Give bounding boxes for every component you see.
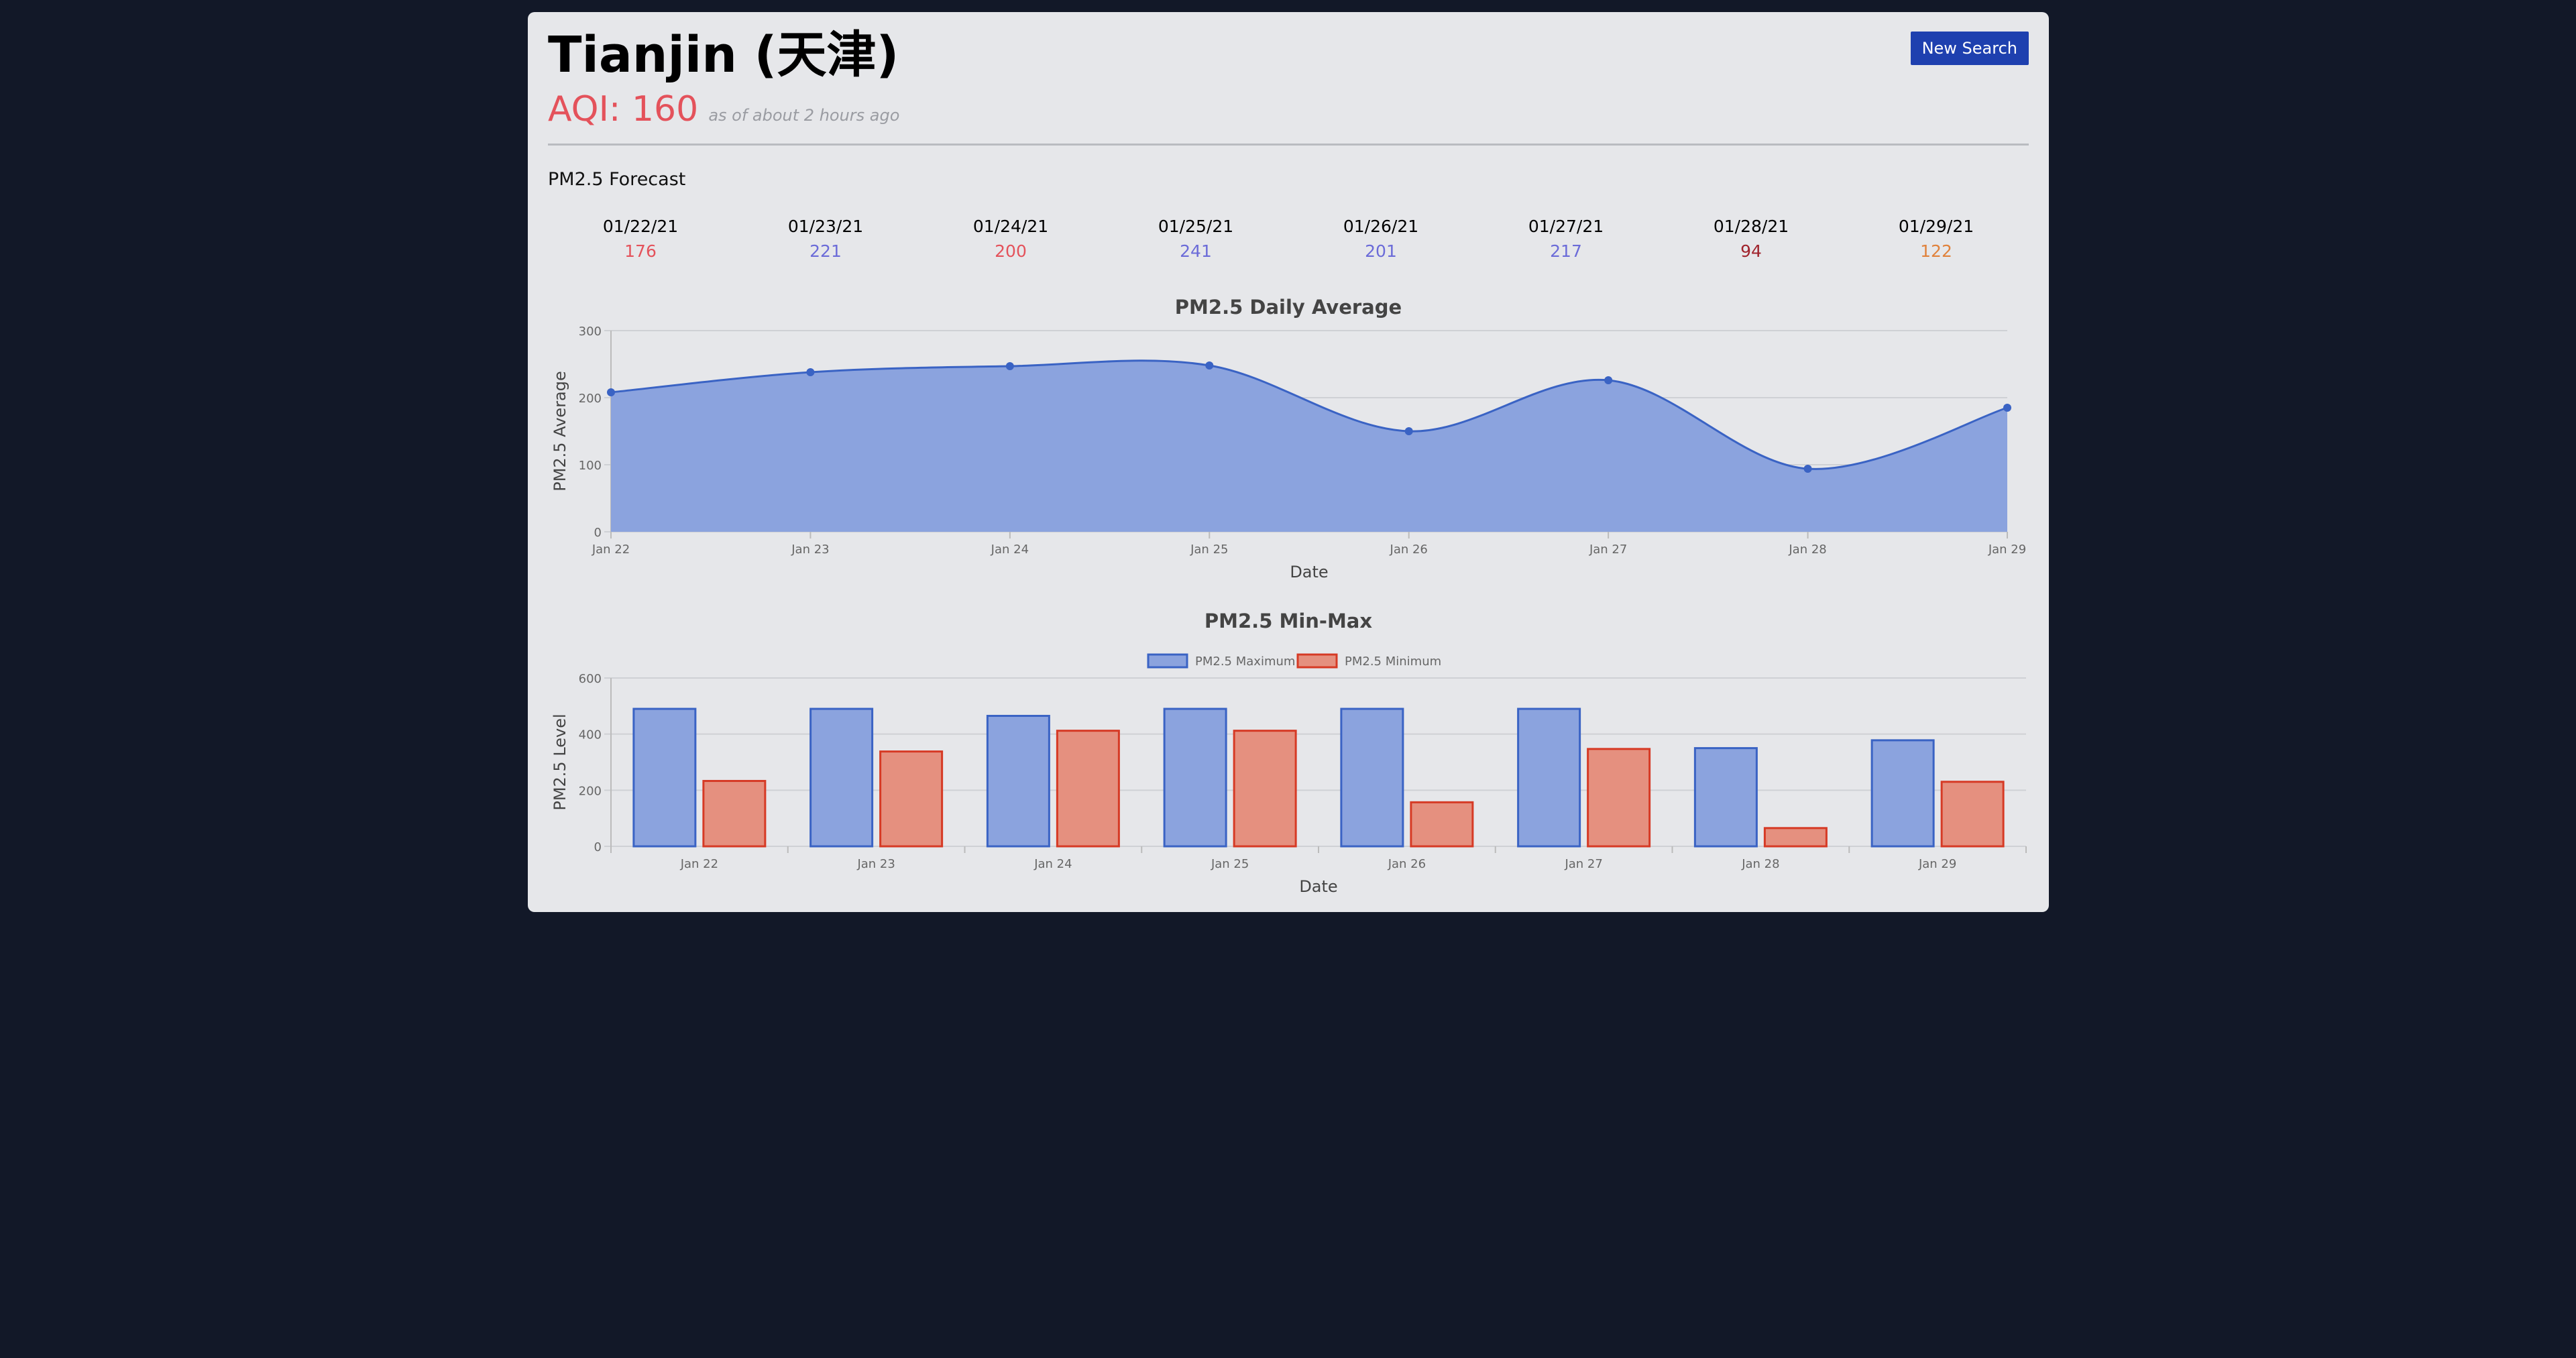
bar-minimum xyxy=(1233,730,1297,848)
data-point xyxy=(2003,404,2011,412)
x-tick-label: Jan 25 xyxy=(1190,543,1228,557)
data-point xyxy=(1404,427,1413,435)
legend-label: PM2.5 Maximum xyxy=(1195,655,1295,669)
legend-label: PM2.5 Minimum xyxy=(1345,655,1441,669)
forecast-day: 01/23/21 221 xyxy=(733,213,918,263)
y-tick-label: 100 xyxy=(579,459,602,473)
forecast-value: 122 xyxy=(1920,241,1952,261)
forecast-day: 01/27/21 217 xyxy=(1473,213,1659,263)
forecast-day: 01/28/21 94 xyxy=(1659,213,1844,263)
city-card: Tianjin (天津) AQI: 160 as of about 2 hour… xyxy=(528,12,2049,912)
forecast-value: 217 xyxy=(1550,241,1582,261)
y-tick-label: 400 xyxy=(579,728,602,742)
forecast-date: 01/25/21 xyxy=(1158,217,1234,236)
forecast-date: 01/28/21 xyxy=(1713,217,1789,236)
forecast-value: 221 xyxy=(809,241,842,261)
x-tick-label: Jan 29 xyxy=(1988,543,2026,557)
daily-average-chart: PM2.5 Daily Average 0 100 200 300 Jan 22 Jan 2… xyxy=(551,296,2026,581)
x-axis-label: Date xyxy=(1290,563,1328,581)
bar-minimum xyxy=(702,780,767,848)
x-tick-label: Jan 23 xyxy=(791,543,829,557)
x-tick-label: Jan 26 xyxy=(1390,543,1428,557)
bar-maximum xyxy=(1870,739,1935,848)
bar-minimum xyxy=(1940,781,2005,848)
x-axis-label: Date xyxy=(1299,877,1337,896)
header-divider xyxy=(548,144,2029,146)
forecast-date: 01/29/21 xyxy=(1898,217,1974,236)
y-tick-label: 300 xyxy=(579,325,602,339)
x-tick-label: Jan 24 xyxy=(991,543,1029,557)
aqi-updated-time: as of about 2 hours ago xyxy=(708,106,900,125)
y-tick-label: 200 xyxy=(579,784,602,798)
forecast-date: 01/23/21 xyxy=(787,217,864,236)
bar-minimum xyxy=(879,750,944,848)
forecast-day: 01/24/21 200 xyxy=(918,213,1103,263)
aqi-value: AQI: 160 xyxy=(548,89,699,129)
data-point xyxy=(806,368,815,376)
bar-minimum xyxy=(1763,827,1828,848)
chart-title: PM2.5 Daily Average xyxy=(1175,296,1402,319)
y-tick-label: 0 xyxy=(594,526,602,540)
data-point xyxy=(607,388,615,396)
x-tick-label: Jan 28 xyxy=(1741,857,1779,871)
data-point xyxy=(1205,361,1214,370)
bar-minimum xyxy=(1056,730,1120,848)
bar-minimum xyxy=(1410,801,1474,848)
forecast-date: 01/24/21 xyxy=(972,217,1049,236)
forecast-value: 200 xyxy=(995,241,1027,261)
forecast-date: 01/27/21 xyxy=(1528,217,1604,236)
city-title: Tianjin (天津) xyxy=(548,26,899,84)
bar-maximum xyxy=(1693,747,1758,848)
x-tick-label: Jan 22 xyxy=(592,543,630,557)
forecast-day: 01/25/21 241 xyxy=(1103,213,1288,263)
forecast-date: 01/22/21 xyxy=(602,217,679,236)
y-tick-label: 200 xyxy=(579,392,602,406)
forecast-row: 01/22/21 176 01/23/21 221 01/24/21 200 01/2… xyxy=(548,213,2029,263)
y-axis-label: PM2.5 Level xyxy=(551,714,569,810)
forecast-value: 94 xyxy=(1740,241,1762,261)
x-tick-label: Jan 26 xyxy=(1388,857,1426,871)
data-point xyxy=(1803,465,1812,473)
x-tick-label: Jan 27 xyxy=(1564,857,1602,871)
y-axis-label: PM2.5 Average xyxy=(551,371,569,492)
bar-maximum xyxy=(1517,708,1581,848)
aqi-line: AQI: 160 as of about 2 hours ago xyxy=(548,89,899,129)
forecast-day: 01/29/21 122 xyxy=(1844,213,2029,263)
data-point xyxy=(1005,362,1014,370)
forecast-day: 01/22/21 176 xyxy=(548,213,733,263)
bar-minimum xyxy=(1587,748,1651,848)
forecast-date: 01/26/21 xyxy=(1343,217,1419,236)
bar-maximum xyxy=(1340,708,1404,848)
legend-swatch xyxy=(1147,653,1188,669)
x-tick-label: Jan 29 xyxy=(1918,857,1956,871)
x-tick-label: Jan 22 xyxy=(680,857,718,871)
forecast-value: 201 xyxy=(1365,241,1397,261)
forecast-day: 01/26/21 201 xyxy=(1288,213,1473,263)
new-search-button[interactable]: New Search xyxy=(1910,32,2029,65)
forecast-label: PM2.5 Forecast xyxy=(548,169,686,190)
bar-maximum xyxy=(632,708,697,848)
area-fill xyxy=(611,360,2007,532)
x-tick-label: Jan 28 xyxy=(1788,543,1826,557)
x-tick-label: Jan 24 xyxy=(1033,857,1072,871)
y-tick-label: 0 xyxy=(594,840,602,854)
chart-title: PM2.5 Min-Max xyxy=(1205,610,1372,632)
x-tick-label: Jan 27 xyxy=(1589,543,1627,557)
data-point xyxy=(1604,376,1613,384)
bar-maximum xyxy=(986,714,1050,848)
bar-maximum xyxy=(809,708,874,848)
y-tick-label: 600 xyxy=(579,672,602,686)
min-max-chart: PM2.5 Min-Max PM2.5 Maximum PM2.5 Minimum 0… xyxy=(551,610,2027,896)
forecast-value: 241 xyxy=(1180,241,1212,261)
x-tick-label: Jan 23 xyxy=(856,857,895,871)
forecast-value: 176 xyxy=(624,241,657,261)
legend-swatch xyxy=(1296,653,1338,669)
x-tick-label: Jan 25 xyxy=(1211,857,1249,871)
bar-maximum xyxy=(1163,708,1227,848)
